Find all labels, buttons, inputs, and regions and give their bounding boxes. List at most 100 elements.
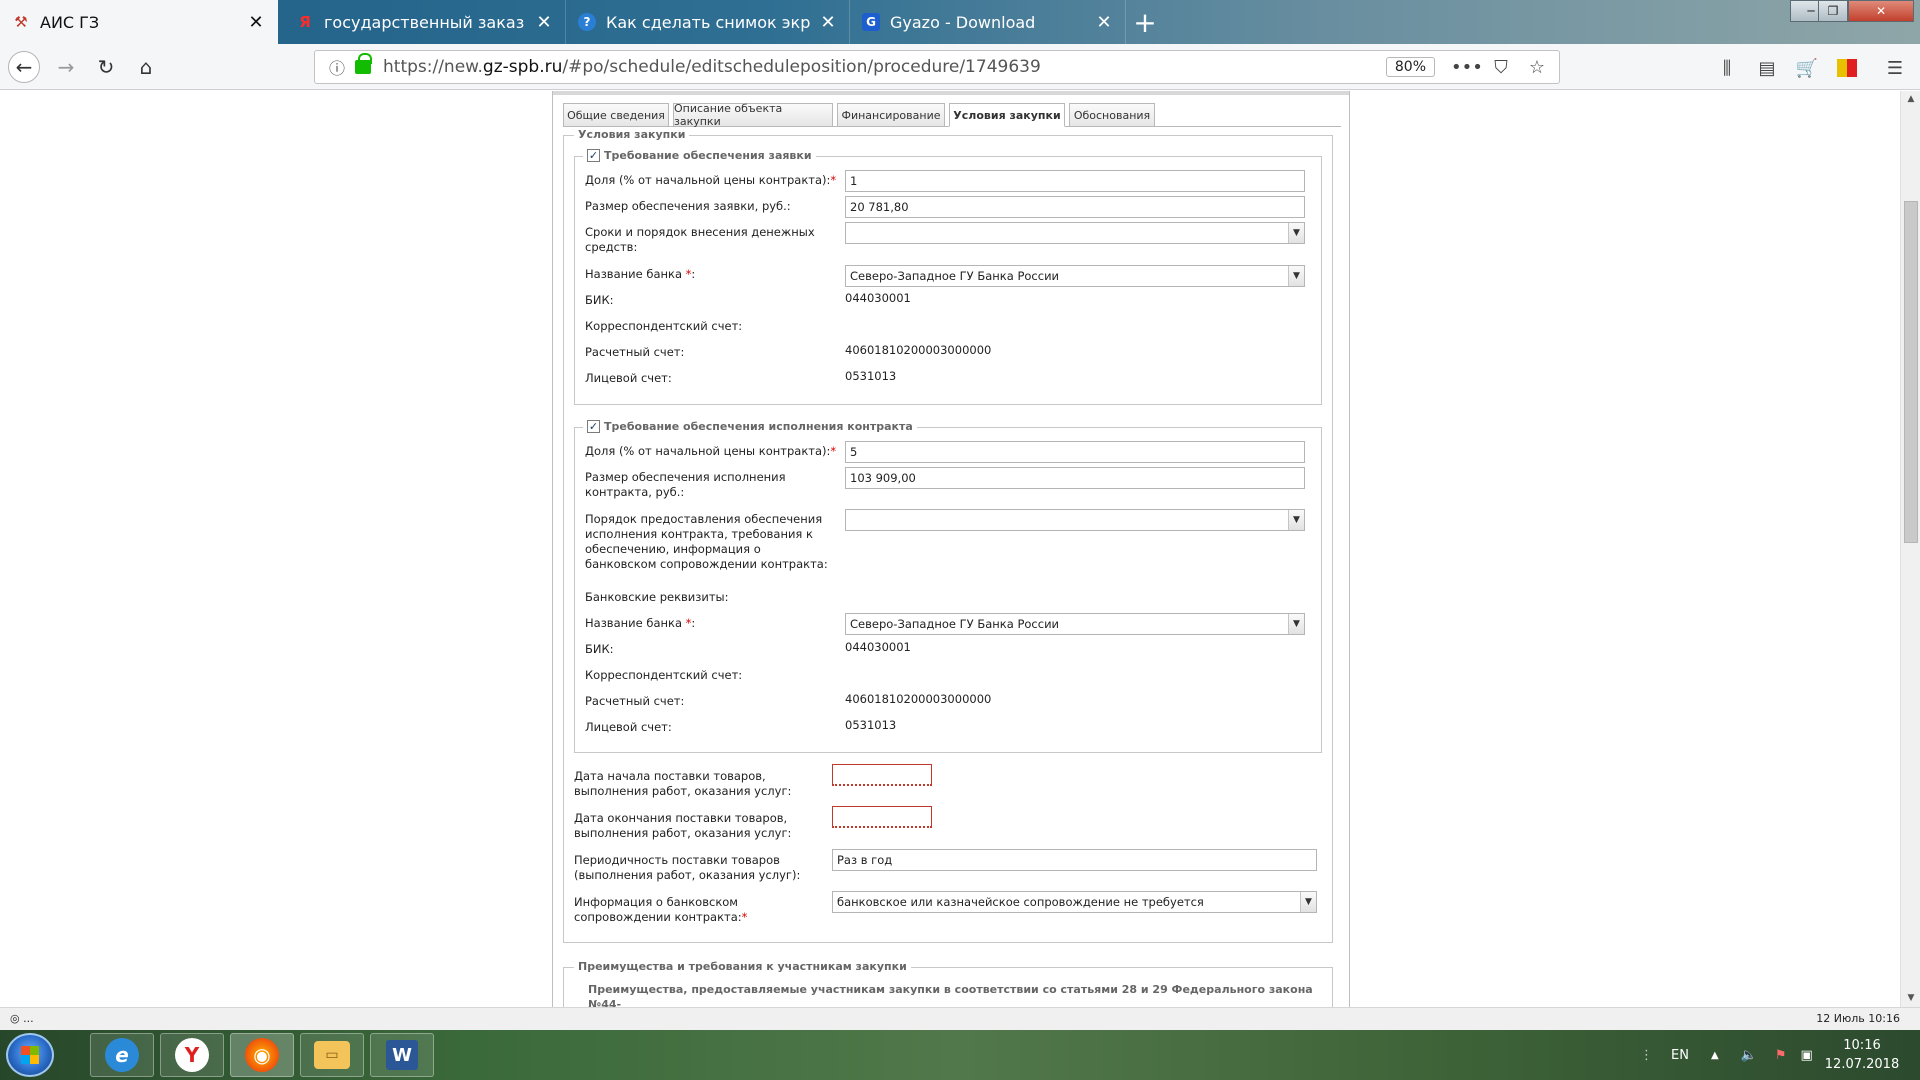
delivery-start-date-input[interactable] [832,764,932,786]
taskbar-app-yandex[interactable]: Y [160,1033,224,1077]
section-title: Условия закупки [574,128,690,141]
form-tabs: Общие сведения Описание объекта закупки … [563,102,1341,128]
taskbar-clock[interactable]: 10:16 12.07.2018 [1812,1036,1912,1074]
contract-bank-label: Название банка *: [585,616,696,630]
new-tab-button[interactable]: + [1130,0,1160,44]
contract-amount-input[interactable]: 103 909,00 [845,467,1305,489]
lock-icon[interactable] [355,53,372,74]
bank-support-value: банковское или казначейское сопровождени… [837,895,1204,909]
system-tray: ⋮ EN ▲ 🔈 ⚑ ▣ [1640,1030,1813,1080]
tab-justifications[interactable]: Обоснования [1069,103,1155,127]
url-prefix: https://new. [383,57,483,77]
reload-button[interactable]: ↻ [90,51,122,83]
bank-support-label: Информация о банковском сопровождении ко… [574,895,774,925]
home-button[interactable]: ⌂ [130,51,162,83]
maximize-button[interactable]: ❐ [1818,0,1848,22]
flag-extension-icon[interactable] [1834,56,1860,80]
scrollbar-thumb[interactable] [1904,201,1918,543]
chevron-down-icon[interactable]: ▼ [1300,892,1316,912]
menu-icon[interactable]: ☰ [1882,56,1908,80]
reload-icon: ↻ [97,55,115,79]
browser-status-bar: ◎ ... 12 Июль 10:16 [0,1007,1920,1030]
close-icon[interactable]: ✕ [247,12,265,33]
bid-terms-select[interactable]: ▼ [845,222,1305,244]
chevron-down-icon[interactable]: ▼ [1288,510,1304,530]
chevron-down-icon[interactable]: ▼ [1288,614,1304,634]
contract-security-checkbox[interactable]: ✓ [587,420,600,433]
bid-settlement-value: 40601810200003000000 [845,343,992,357]
window-close-button[interactable]: ✕ [1848,0,1914,22]
chevron-down-icon[interactable]: ▼ [1288,266,1304,286]
windows-taskbar: e Y ◉ ▭ W ⋮ EN ▲ 🔈 ⚑ ▣ 10:16 12.07.2018 [0,1030,1920,1080]
contract-bik-value: 044030001 [845,640,911,654]
tab-general-info[interactable]: Общие сведения [563,103,669,127]
show-hidden-icons-icon[interactable]: ▲ [1711,1050,1719,1061]
language-indicator[interactable]: EN [1671,1048,1689,1063]
url-text[interactable]: https://new.gz-spb.ru/#po/schedule/edits… [383,57,1386,77]
bid-personal-label: Лицевой счет: [585,371,672,385]
tab-title: Как сделать снимок экрана (с [606,12,811,32]
action-center-icon[interactable]: ⚑ [1775,1048,1787,1063]
delivery-period-input[interactable]: Раз в год [832,849,1317,871]
scroll-up-icon[interactable]: ▲ [1901,91,1920,108]
home-icon: ⌂ [139,55,153,79]
bid-settlement-label: Расчетный счет: [585,345,685,359]
contract-order-select[interactable]: ▼ [845,509,1305,531]
bid-share-input[interactable]: 1 [845,170,1305,192]
bookmark-star-icon[interactable]: ☆ [1523,57,1551,78]
browser-tab-ais[interactable]: ⚒ АИС ГЗ ✕ [0,0,278,44]
library-icon[interactable]: ⫼ [1714,56,1740,80]
delivery-period-label: Периодичность поставки товаров (выполнен… [574,853,801,882]
network-icon[interactable]: ▣ [1801,1048,1813,1063]
contract-bik-label: БИК: [585,642,614,656]
bid-security-legend-text: Требование обеспечения заявки [604,149,812,162]
contract-personal-label: Лицевой счет: [585,720,672,734]
back-button[interactable]: ← [8,51,40,83]
sidebar-icon[interactable]: ▤ [1754,56,1780,80]
firefox-icon: ◉ [245,1038,279,1072]
url-bar[interactable]: ⓘ https://new.gz-spb.ru/#po/schedule/edi… [314,50,1560,84]
close-icon[interactable]: ✕ [535,12,553,33]
cart-icon[interactable]: 🛒 [1794,56,1820,80]
contract-bank-select[interactable]: Северо-Западное ГУ Банка России ▼ [845,613,1305,635]
forward-button[interactable]: → [50,51,82,83]
delivery-end-date-input[interactable] [832,806,932,828]
browser-tab-yandex[interactable]: Я государственный заказ санкт ✕ [284,0,566,44]
volume-icon[interactable]: 🔈 [1741,1048,1757,1063]
bid-security-checkbox[interactable]: ✓ [587,149,600,162]
page-scrollbar[interactable]: ▲ ▼ [1900,91,1920,1007]
ais-icon: ⚒ [14,13,28,31]
panel-top-border [553,91,1349,95]
browser-tab-help[interactable]: ? Как сделать снимок экрана (с ✕ [566,0,850,44]
close-icon[interactable]: ✕ [1095,12,1113,33]
bid-amount-input[interactable]: 20 781,80 [845,196,1305,218]
start-button[interactable] [6,1033,54,1077]
status-left-text: ◎ ... [10,1012,34,1025]
taskbar-app-firefox[interactable]: ◉ [230,1033,294,1077]
tab-object-description[interactable]: Описание объекта закупки [673,102,833,128]
taskbar-app-ie[interactable]: e [90,1033,154,1077]
chevron-down-icon[interactable]: ▼ [1288,223,1304,243]
contract-share-input[interactable]: 5 [845,441,1305,463]
bank-support-select[interactable]: банковское или казначейское сопровождени… [832,891,1317,913]
tab-financing[interactable]: Финансирование [837,103,945,127]
required-mark: * [685,616,692,630]
scroll-down-icon[interactable]: ▼ [1901,990,1920,1007]
bid-bank-label: Название банка *: [585,267,696,281]
navigation-toolbar: ← → ↻ ⌂ ⓘ https://new.gz-spb.ru/#po/sche… [0,44,1920,90]
clock-time: 10:16 [1843,1038,1881,1053]
tab-procurement-terms[interactable]: Условия закупки [949,103,1065,127]
tray-grip-icon: ⋮ [1640,1047,1653,1063]
page-actions-icon[interactable]: ••• [1451,57,1483,78]
info-icon[interactable]: ⓘ [325,55,349,79]
bid-bank-select[interactable]: Северо-Западное ГУ Банка России ▼ [845,265,1305,287]
delivery-start-label: Дата начала поставки товаров, выполнения… [574,769,792,798]
browser-tab-gyazo[interactable]: G Gyazo - Download ✕ [850,0,1126,44]
status-datetime: 12 Июль 10:16 [1816,1012,1900,1025]
taskbar-app-explorer[interactable]: ▭ [300,1033,364,1077]
pocket-icon[interactable]: ⛉ [1487,57,1515,78]
close-icon[interactable]: ✕ [819,12,837,33]
taskbar-app-word[interactable]: W [370,1033,434,1077]
required-mark: * [741,910,748,924]
zoom-indicator[interactable]: 80% [1385,57,1435,77]
